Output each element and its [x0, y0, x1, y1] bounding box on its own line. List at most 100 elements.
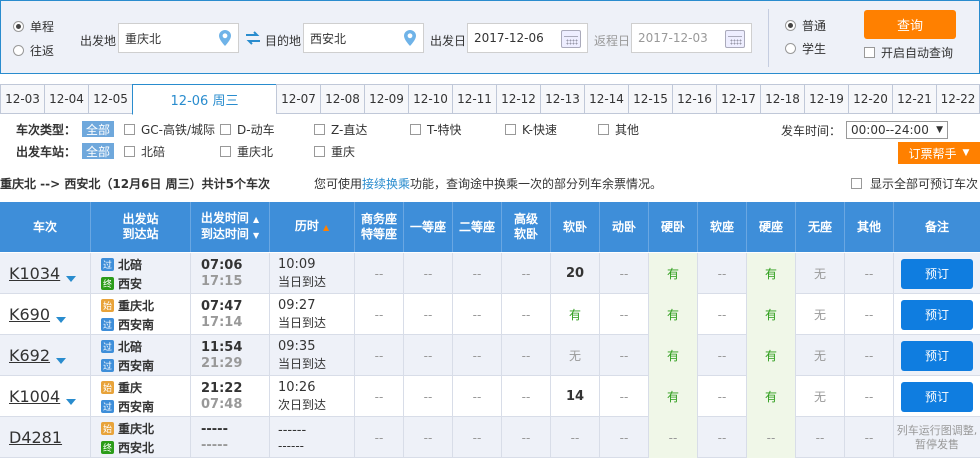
train-type-all-button[interactable]: 全部 [82, 121, 114, 137]
passenger-normal-radio[interactable]: 普通 [785, 17, 826, 34]
trip-return-label: 往返 [30, 44, 55, 58]
duration-cell: 10:26 次日到达 [270, 376, 355, 417]
seat-availability: -- [404, 335, 453, 376]
duration-cell: ------ ------ [270, 417, 355, 458]
train-code-cell[interactable]: K1004 [0, 376, 91, 417]
col-soft-seat: 软座 [698, 202, 747, 252]
station-all-button[interactable]: 全部 [82, 143, 114, 159]
return-date-field[interactable]: 2017-12-03 [631, 23, 752, 53]
from-station: 北碚 [118, 339, 143, 354]
depart-time: ----- [201, 422, 228, 437]
station-badge: 过 [101, 339, 114, 353]
tab-date[interactable]: 12-03 [0, 84, 44, 114]
times-cell: 11:54 21:29 [191, 335, 270, 376]
return-label: 返程日 [594, 34, 631, 48]
book-button[interactable]: 预订 [901, 258, 973, 289]
train-code-link[interactable]: K690 [9, 305, 50, 324]
station-option[interactable]: 北碚 [124, 143, 165, 160]
tab-date[interactable]: 12-13 [540, 84, 584, 114]
to-field[interactable]: 西安北 [303, 23, 424, 53]
station-option[interactable]: 重庆 [314, 143, 355, 160]
tab-date[interactable]: 12-14 [584, 84, 628, 114]
ticket-helper-button[interactable]: 订票帮手 ▼ [898, 142, 980, 164]
checkbox-icon [598, 124, 609, 135]
train-type-option[interactable]: 其他 [598, 121, 639, 138]
train-type-option[interactable]: K-快速 [505, 121, 557, 138]
tab-date[interactable]: 12-10 [408, 84, 452, 114]
col-times[interactable]: 出发时间 ▲ 到达时间 ▼ [191, 202, 270, 252]
sort-down-icon: ▼ [253, 231, 260, 240]
from-station: 重庆 [118, 380, 143, 395]
tab-date[interactable]: 12-17 [716, 84, 760, 114]
tab-date[interactable]: 12-07 [276, 84, 320, 114]
expand-arrow-icon[interactable] [56, 316, 67, 323]
table-row: D4281 始重庆北终西安北 ----- ----- ------ ------ -- -- -… [0, 417, 980, 458]
from-label: 出发地 [80, 34, 117, 48]
book-button[interactable]: 预订 [901, 381, 973, 412]
train-code-link[interactable]: K1004 [9, 387, 60, 406]
col-duration[interactable]: 历时 ▲ [270, 202, 355, 252]
depart-time-select[interactable]: 00:00--24:00 ▼ [846, 121, 948, 139]
train-code-link[interactable]: D4281 [9, 428, 62, 447]
seat-availability: -- [845, 335, 894, 376]
tab-date[interactable]: 12-05 [88, 84, 132, 114]
show-all-checkbox[interactable]: 显示全部可预订车次 [851, 175, 978, 192]
train-code-cell[interactable]: K692 [0, 335, 91, 376]
train-code-cell[interactable]: K690 [0, 294, 91, 335]
auto-query-checkbox[interactable]: 开启自动查询 [864, 44, 953, 61]
transfer-link[interactable]: 接续换乘 [362, 177, 410, 191]
depart-date-field[interactable]: 2017-12-06 [467, 23, 588, 53]
calendar-icon [725, 30, 745, 48]
book-button[interactable]: 预订 [901, 299, 973, 330]
tab-date[interactable]: 12-09 [364, 84, 408, 114]
train-code-link[interactable]: K1034 [9, 264, 60, 283]
arrive-time: 17:15 [201, 274, 243, 289]
seat-availability: -- [698, 253, 747, 294]
arrival-day: 当日到达 [278, 316, 327, 330]
swap-icon[interactable] [245, 31, 261, 45]
trip-oneway-radio[interactable]: 单程 [13, 18, 54, 35]
expand-arrow-icon[interactable] [66, 275, 77, 282]
to-station: 西安南 [118, 399, 155, 414]
station-option[interactable]: 重庆北 [220, 143, 273, 160]
times-cell: 07:06 17:15 [191, 253, 270, 294]
tab-date[interactable]: 12-18 [760, 84, 804, 114]
seat-availability: 有 [747, 376, 796, 417]
expand-arrow-icon[interactable] [56, 357, 67, 364]
from-field[interactable]: 重庆北 [118, 23, 239, 53]
tab-date[interactable]: 12-04 [44, 84, 88, 114]
col-bullet-sleeper: 动卧 [600, 202, 649, 252]
train-type-option[interactable]: GC-高铁/城际 [124, 121, 215, 138]
tab-date[interactable]: 12-19 [804, 84, 848, 114]
train-type-option[interactable]: T-特快 [410, 121, 462, 138]
col-remark: 备注 [924, 219, 949, 234]
tab-date[interactable]: 12-12 [496, 84, 540, 114]
query-button[interactable]: 查询 [864, 10, 956, 39]
tab-date[interactable]: 12-21 [892, 84, 936, 114]
tab-date[interactable]: 12-15 [628, 84, 672, 114]
trip-return-radio[interactable]: 往返 [13, 42, 54, 59]
chevron-down-icon: ▼ [962, 148, 970, 158]
tab-date[interactable]: 12-20 [848, 84, 892, 114]
tab-date[interactable]: 12-16 [672, 84, 716, 114]
train-code-link[interactable]: K692 [9, 346, 50, 365]
arrival-day: ------ [278, 438, 304, 453]
ticket-helper-label: 订票帮手 [908, 146, 957, 161]
train-type-option[interactable]: Z-直达 [314, 121, 367, 138]
tab-date[interactable]: 12-06 周三 [132, 84, 276, 115]
depart-label: 出发日 [430, 34, 467, 48]
train-code-cell[interactable]: K1034 [0, 253, 91, 294]
train-type-option-label: D-动车 [237, 123, 275, 137]
seat-availability: -- [845, 376, 894, 417]
summary-bar: 重庆北 --> 西安北（12月6日 周三）共计5个车次 您可使用接续换乘功能，查… [0, 175, 980, 191]
tab-date[interactable]: 12-11 [452, 84, 496, 114]
train-code-cell[interactable]: D4281 [0, 417, 91, 458]
book-button[interactable]: 预订 [901, 340, 973, 371]
expand-arrow-icon[interactable] [66, 398, 77, 405]
train-type-option[interactable]: D-动车 [220, 121, 275, 138]
stations-cell: 始重庆北过西安南 [91, 294, 191, 335]
passenger-student-radio[interactable]: 学生 [785, 40, 826, 57]
stations-cell: 过北碚过西安南 [91, 335, 191, 376]
tab-date[interactable]: 12-22 [936, 84, 980, 114]
tab-date[interactable]: 12-08 [320, 84, 364, 114]
